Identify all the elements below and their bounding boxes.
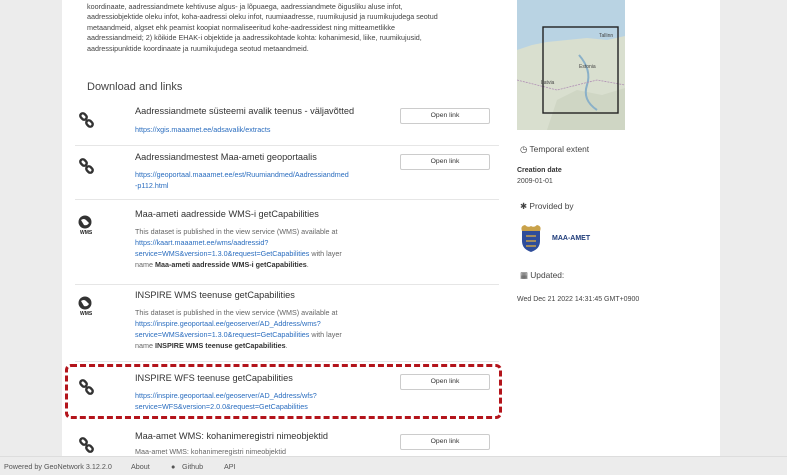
- link-title[interactable]: Aadressiandmete süsteemi avalik teenus -…: [135, 106, 354, 116]
- link-description: Maa-amet WMS: kohanimeregistri nimeobjek…: [135, 447, 286, 456]
- layer-suffix: .: [306, 260, 309, 269]
- link-item: WMS Maa-ameti aadresside WMS-i getCapabi…: [75, 209, 499, 285]
- temporal-extent-heading: ◷ Temporal extent: [520, 144, 589, 154]
- section-title-download: Download and links: [87, 81, 183, 93]
- globe-icon: WMS: [78, 215, 96, 241]
- link-description: This dataset is published in the view se…: [135, 226, 395, 270]
- link-item: Aadressiandmete süsteemi avalik teenus -…: [75, 106, 499, 146]
- description-line: aadressiandmeid; 2) kõikide EHAK-i objek…: [87, 33, 422, 43]
- open-link-button[interactable]: Open link: [400, 154, 490, 170]
- open-link-button[interactable]: Open link: [400, 108, 490, 124]
- link-title[interactable]: Maa-amet WMS: kohanimeregistri nimeobjek…: [135, 431, 328, 441]
- link-description: This dataset is published in the view se…: [135, 307, 395, 351]
- wms-label: WMS: [80, 230, 93, 236]
- layer-prefix: name: [135, 341, 155, 350]
- gear-icon: ✱: [520, 201, 528, 211]
- map-label: Estonia: [579, 64, 596, 70]
- updated-value: Wed Dec 21 2022 14:31:45 GMT+0900: [517, 296, 640, 303]
- layer-name: Maa-ameti aadresside WMS-i getCapabiliti…: [154, 260, 307, 269]
- org-name[interactable]: MAA-AMET: [552, 235, 590, 242]
- powered-by-text[interactable]: Powered by GeoNetwork 3.12.2.0: [4, 462, 112, 471]
- globe-icon: WMS: [78, 296, 96, 322]
- link-url[interactable]: https://geoportaal.maaamet.ee/est/Ruumia…: [135, 169, 385, 191]
- layer-suffix: .: [285, 341, 288, 350]
- link-title[interactable]: Maa-ameti aadresside WMS-i getCapabiliti…: [135, 209, 319, 219]
- description-text: with layer: [309, 249, 342, 258]
- link-icon: [78, 437, 96, 456]
- extent-map[interactable]: Tallinn Estonia Latvia: [517, 0, 625, 130]
- url-line[interactable]: service=WMS&version=1.3.0&request=GetCap…: [135, 249, 309, 258]
- description-text: This dataset is published in the view se…: [135, 308, 338, 317]
- url-line[interactable]: https://kaart.maaamet.ee/wms/aadressid?: [135, 237, 395, 248]
- provided-by-label: Provided by: [529, 201, 574, 211]
- creation-date-label: Creation date: [517, 167, 562, 174]
- maa-amet-logo[interactable]: [519, 223, 543, 253]
- link-title[interactable]: INSPIRE WMS teenuse getCapabilities: [135, 290, 295, 300]
- calendar-icon: ▦: [520, 270, 528, 280]
- footer-api-link[interactable]: API: [224, 462, 236, 471]
- description-text: This dataset is published in the view se…: [135, 227, 338, 236]
- layer-name: INSPIRE WMS teenuse getCapabilities: [154, 341, 286, 350]
- link-url[interactable]: https://xgis.maaamet.ee/adsavalik/extrac…: [135, 124, 385, 135]
- link-item: WMS INSPIRE WMS teenuse getCapabilities …: [75, 290, 499, 362]
- link-item: Aadressiandmestest Maa-ameti geoportaali…: [75, 152, 499, 200]
- url-line: https://geoportaal.maaamet.ee/est/Ruumia…: [135, 170, 349, 179]
- link-title[interactable]: Aadressiandmestest Maa-ameti geoportaali…: [135, 152, 317, 162]
- footer-github-link[interactable]: Github: [182, 462, 203, 471]
- github-icon: ●: [171, 462, 176, 471]
- url-line[interactable]: https://inspire.geoportaal.ee/geoserver/…: [135, 318, 395, 329]
- description-text: with layer: [309, 330, 342, 339]
- footer-about-link[interactable]: About: [131, 462, 150, 471]
- description-line: metaandmeid, algset ehk peamist koopiat …: [87, 22, 396, 32]
- link-item: Maa-amet WMS: kohanimeregistri nimeobjek…: [75, 431, 499, 456]
- highlight-box: [65, 364, 502, 419]
- temporal-extent-label: Temporal extent: [529, 144, 590, 154]
- footer: Powered by GeoNetwork 3.12.2.0 About ● G…: [0, 456, 787, 475]
- map-label: Tallinn: [599, 33, 613, 39]
- layer-prefix: name: [135, 260, 155, 269]
- description-line: koordinaate, aadressiandmete kehtivuse a…: [87, 2, 403, 11]
- dataset-description: koordinaate, aadressiandmete kehtivuse a…: [87, 2, 497, 54]
- updated-heading: ▦ Updated:: [520, 270, 564, 280]
- creation-date-value: 2009-01-01: [517, 178, 553, 185]
- updated-label: Updated:: [530, 270, 565, 280]
- description-line: aadressipunktide koordinaate ja ruumikuj…: [87, 43, 309, 53]
- link-icon: [78, 158, 96, 184]
- wms-label: WMS: [80, 311, 93, 317]
- provided-by-heading: ✱ Provided by: [520, 201, 574, 211]
- clock-icon: ◷: [520, 144, 528, 154]
- open-link-button[interactable]: Open link: [400, 434, 490, 450]
- url-line: -p112.html: [135, 181, 169, 190]
- url-line[interactable]: service=WMS&version=1.3.0&request=GetCap…: [135, 330, 309, 339]
- description-line: aadressiobjektide oleku infot, koha-aadr…: [87, 12, 438, 22]
- page: koordinaate, aadressiandmete kehtivuse a…: [0, 0, 787, 475]
- link-icon: [78, 112, 96, 138]
- map-label: Latvia: [541, 80, 555, 86]
